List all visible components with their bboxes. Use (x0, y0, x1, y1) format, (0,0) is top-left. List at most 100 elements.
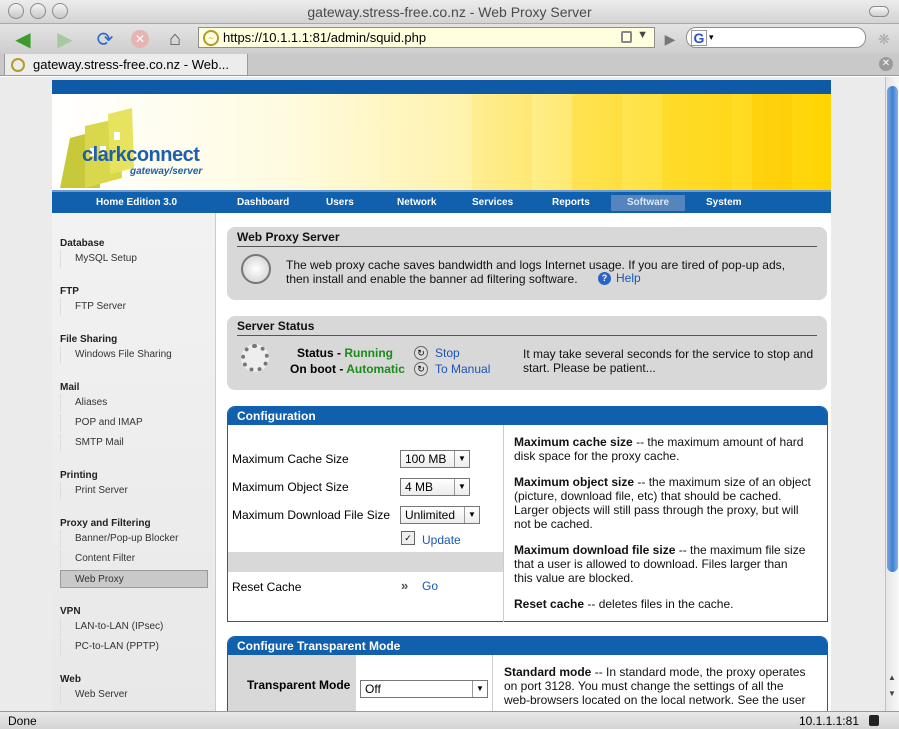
sidebar-item-lan-to-lan[interactable]: LAN-to-LAN (IPsec) (60, 618, 208, 636)
transparent-mode-select[interactable]: Off ▼ (360, 680, 488, 698)
status-label: Status - (297, 346, 345, 360)
search-engine-dropdown-icon[interactable]: ▾ (709, 32, 714, 43)
status-bar: Done 10.1.1.1:81 (0, 711, 899, 729)
update-link[interactable]: Update (422, 533, 461, 547)
sidebar-item-windows-file-sharing[interactable]: Windows File Sharing (60, 346, 208, 364)
chevron-down-icon: ▼ (454, 479, 469, 495)
back-icon[interactable]: ◀ (8, 27, 38, 51)
spinner-icon: ❋ (878, 30, 890, 47)
scrollbar-thumb[interactable] (887, 86, 898, 572)
sidebar-heading-database: Database (60, 238, 105, 249)
lock-icon (869, 715, 879, 726)
go-link[interactable]: Go (422, 579, 438, 593)
page: clarkconnect gateway/server Home Edition… (52, 80, 831, 711)
nav-users[interactable]: Users (322, 195, 358, 211)
download-size-select[interactable]: Unlimited ▼ (400, 506, 480, 524)
sidebar: Database MySQL Setup FTP FTP Server File… (52, 213, 216, 711)
sidebar-heading-printing: Printing (60, 470, 98, 481)
page-viewport: clarkconnect gateway/server Home Edition… (0, 77, 885, 711)
search-box[interactable]: G ▾ (686, 27, 866, 48)
sidebar-item-pc-to-lan[interactable]: PC-to-LAN (PPTP) (60, 638, 208, 656)
help-reset-text: -- deletes files in the cache. (584, 597, 734, 611)
help-object-text-c: Larger objects will still pass through t… (514, 503, 799, 517)
close-tab-icon[interactable]: ✕ (879, 57, 893, 71)
home-icon[interactable]: ⌂ (162, 27, 188, 51)
sidebar-item-aliases[interactable]: Aliases (60, 394, 208, 412)
reload-icon[interactable]: ⟳ (92, 27, 118, 51)
forward-icon[interactable]: ▶ (50, 27, 80, 51)
download-size-label: Maximum Download File Size (232, 508, 391, 522)
sidebar-heading-file-sharing: File Sharing (60, 334, 118, 345)
info-line-2: then install and enable the banner ad fi… (286, 272, 578, 286)
browser-window: gateway.stress-free.co.nz - Web Proxy Se… (0, 0, 899, 729)
cache-size-select[interactable]: 100 MB ▼ (400, 450, 470, 468)
address-bar[interactable]: ~ https://10.1.1.1:81/admin/squid.php ▼ (198, 27, 655, 48)
object-size-select[interactable]: 4 MB ▼ (400, 478, 470, 496)
gear-icon (241, 344, 269, 372)
logo-name: clarkconnect (82, 144, 200, 166)
nav-network[interactable]: Network (393, 195, 440, 211)
scroll-up-icon[interactable]: ▲ (888, 673, 896, 682)
nav-system[interactable]: System (702, 195, 746, 211)
sidebar-heading-mail: Mail (60, 382, 80, 393)
help-download-text-b: that a user is allowed to download. File… (514, 557, 788, 571)
help-cache-text-b: disk space for the proxy cache. (514, 449, 680, 463)
server-status-heading: Server Status (237, 319, 315, 333)
download-size-value: Unlimited (405, 508, 456, 522)
sidebar-item-banner-blocker[interactable]: Banner/Pop-up Blocker (60, 530, 208, 548)
dropdown-arrow-icon[interactable]: ▼ (637, 29, 648, 41)
to-manual-link[interactable]: To Manual (435, 362, 490, 376)
nav-reports[interactable]: Reports (548, 195, 594, 211)
help-reset-title: Reset cache (514, 597, 585, 611)
status-text: Done (8, 714, 37, 728)
transparent-help-1: -- In standard mode, the proxy operates (591, 665, 806, 679)
site-favicon-icon: ~ (203, 29, 219, 46)
sidebar-heading-ftp: FTP (60, 286, 79, 297)
sidebar-item-pop-imap[interactable]: POP and IMAP (60, 414, 208, 432)
help-link[interactable]: Help (616, 271, 641, 285)
update-icon[interactable]: ✓ (401, 531, 415, 545)
boot-value: Automatic (346, 362, 405, 376)
transparent-mode-panel: Configure Transparent Mode Transparent M… (227, 636, 828, 711)
help-object-title: Maximum object size (514, 475, 635, 489)
scroll-down-icon[interactable]: ▼ (888, 689, 896, 698)
help-icon[interactable]: ? (598, 272, 611, 285)
stop-icon[interactable]: ✕ (128, 27, 152, 51)
nav-services[interactable]: Services (468, 195, 517, 211)
toolbar-toggle-button[interactable] (869, 6, 889, 17)
chevron-down-icon: ▼ (454, 451, 469, 467)
boot-label: On boot - (290, 362, 347, 376)
title-bar: gateway.stress-free.co.nz - Web Proxy Se… (0, 0, 899, 24)
go-arrows-icon[interactable]: » (401, 578, 408, 593)
sidebar-item-ftp-server[interactable]: FTP Server (60, 298, 208, 316)
stop-service-icon[interactable]: ↻ (414, 346, 428, 360)
help-cache-title: Maximum cache size (514, 435, 633, 449)
browser-toolbar: ◀ ▶ ⟳ ✕ ⌂ ~ https://10.1.1.1:81/admin/sq… (0, 24, 899, 54)
vertical-scrollbar[interactable]: ▲ ▼ (885, 77, 899, 711)
status-host: 10.1.1.1:81 (798, 714, 859, 728)
reset-cache-label: Reset Cache (232, 580, 302, 594)
transparent-help-2: on port 3128. You must change the settin… (504, 679, 784, 693)
stop-link[interactable]: Stop (435, 346, 460, 360)
object-size-label: Maximum Object Size (232, 480, 349, 494)
help-download-text-a: -- the maximum file size (675, 543, 806, 557)
nav-software[interactable]: Software (611, 195, 685, 211)
chevron-down-icon: ▼ (472, 681, 487, 697)
transparent-mode-heading: Configure Transparent Mode (228, 637, 827, 655)
sidebar-item-smtp-mail[interactable]: SMTP Mail (60, 434, 208, 452)
sidebar-item-print-server[interactable]: Print Server (60, 482, 208, 500)
sidebar-item-content-filter[interactable]: Content Filter (60, 550, 208, 568)
url-text: https://10.1.1.1:81/admin/squid.php (223, 30, 427, 45)
sidebar-item-mysql-setup[interactable]: MySQL Setup (60, 250, 208, 268)
cache-size-label: Maximum Cache Size (232, 452, 349, 466)
object-size-value: 4 MB (405, 480, 434, 494)
tab-active[interactable]: gateway.stress-free.co.nz - Web... (4, 54, 248, 76)
nav-home-edition[interactable]: Home Edition 3.0 (92, 195, 181, 211)
to-manual-icon[interactable]: ↻ (414, 362, 428, 376)
help-download-text-c: this value are blocked. (514, 571, 634, 585)
nav-dashboard[interactable]: Dashboard (233, 195, 293, 211)
sidebar-item-web-server[interactable]: Web Server (60, 686, 208, 704)
status-value: Running (344, 346, 393, 360)
sidebar-item-web-proxy[interactable]: Web Proxy (60, 570, 208, 588)
go-arrow-icon[interactable]: ▶ (660, 27, 680, 51)
